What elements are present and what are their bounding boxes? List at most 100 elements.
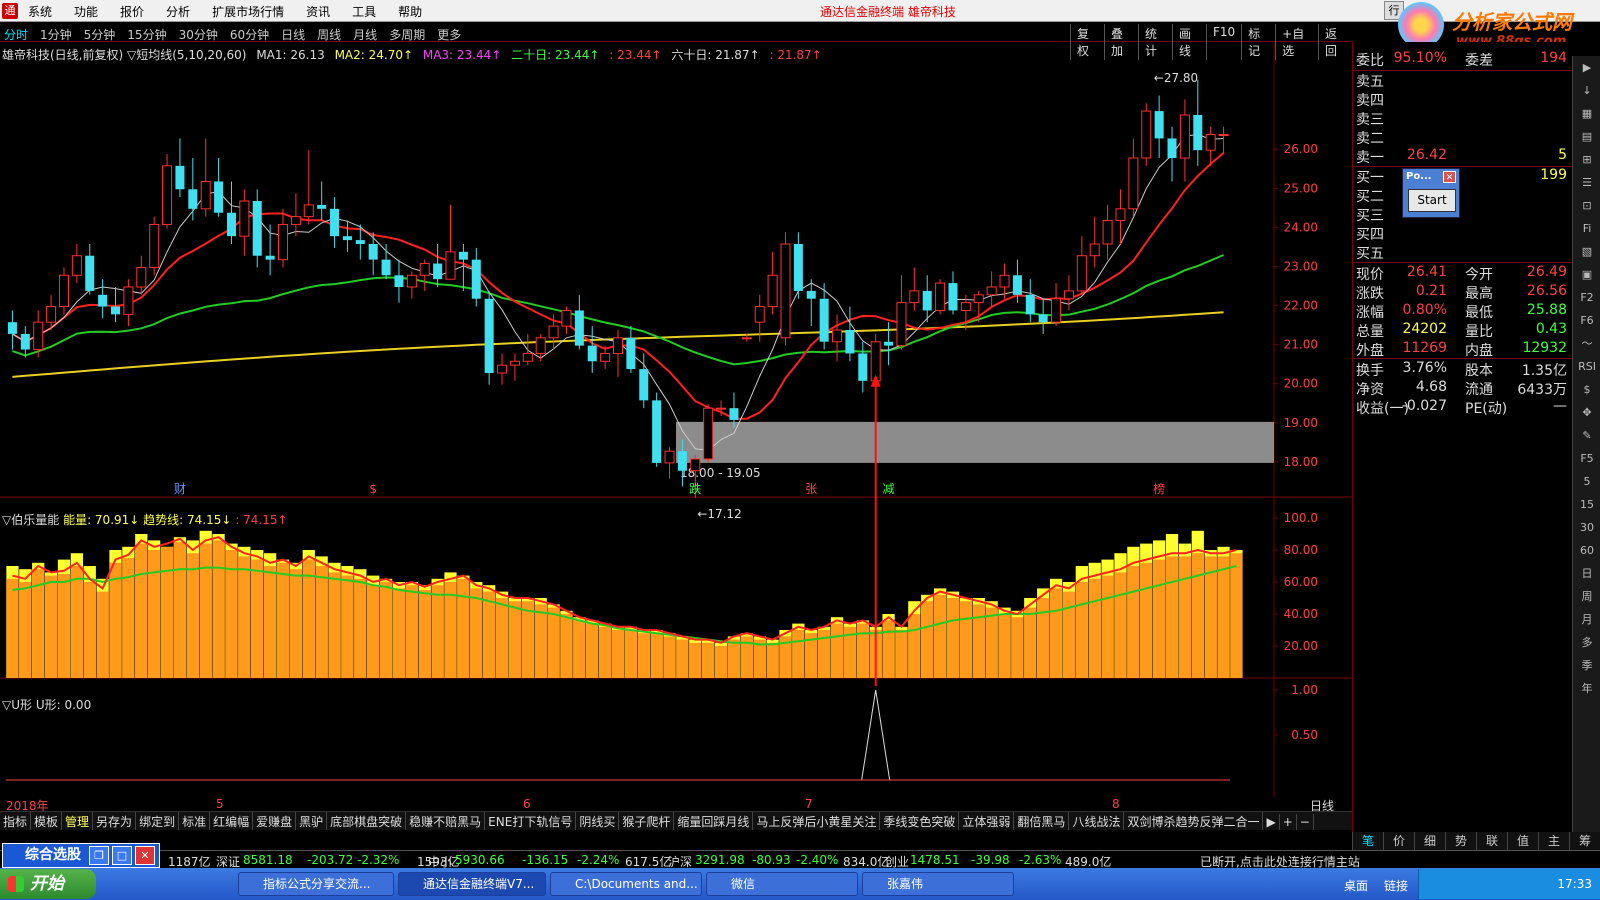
links-toolbar[interactable]: 链接 [1384,877,1408,894]
right-tool-25[interactable]: 多 [1573,631,1600,654]
right-tool-5[interactable]: ☰ [1573,171,1600,194]
tab-weekly[interactable]: 周线 [317,26,341,43]
tab-indicator-10[interactable]: 稳赚不赔黑马 [406,812,486,830]
add-indicator-button[interactable]: + [1280,814,1297,830]
chart-area[interactable]: 26.00 25.00 24.00 23.00 22.00 21.00 20.00 19.00… [0,42,1352,797]
tab-daily[interactable]: 日线 [281,26,305,43]
menu-item-tools[interactable]: 工具 [352,3,376,20]
right-tool-9[interactable]: ▣ [1573,263,1600,286]
menu-item-news[interactable]: 资讯 [306,3,330,20]
popup-close-icon[interactable]: ✕ [1443,171,1456,183]
menu-item-quote[interactable]: 报价 [120,3,144,20]
maximize-icon[interactable]: □ [112,846,132,865]
desktop-toolbar[interactable]: 桌面 [1344,877,1368,894]
energy-bar [1165,556,1179,678]
tab-indicator-8[interactable]: 黑驴 [296,812,328,830]
tab-indicator-16[interactable]: 季线变色突破 [880,812,960,830]
task-user[interactable]: 张嘉伟 [862,872,1014,896]
tab-indicator-20[interactable]: 双剑博杀趋势反弹二合一 [1124,812,1264,830]
tab-1min[interactable]: 1分钟 [40,26,72,43]
tab-indicator-6[interactable]: 红编幅 [210,812,254,830]
right-tool-15[interactable]: ✥ [1573,401,1600,424]
tab-bind-to[interactable]: 绑定到 [136,812,180,830]
date-axis: 2018年 5 6 7 8 日线 [0,797,1352,813]
tab-detail[interactable]: 细 [1414,832,1445,850]
tab-chips[interactable]: 筹 [1569,832,1600,850]
popup-window[interactable]: Po... ✕ Start [1402,168,1460,218]
tab-monthly[interactable]: 月线 [353,26,377,43]
tab-manage[interactable]: 管理 [62,812,94,830]
right-tool-24[interactable]: 月 [1573,608,1600,631]
right-tool-1[interactable]: ↓ [1573,79,1600,102]
right-tool-22[interactable]: 日 [1573,562,1600,585]
tab-60min[interactable]: 60分钟 [230,26,269,43]
task-forum[interactable]: 指标公式分享交流... [238,872,394,896]
right-tool-18[interactable]: 5 [1573,470,1600,493]
close-icon[interactable]: ✕ [135,846,155,865]
task-wechat[interactable]: 微信 [706,872,858,896]
right-tool-10[interactable]: F2 [1573,286,1600,309]
menu-item-system[interactable]: 系统 [28,3,52,20]
tab-indicator-13[interactable]: 猴子爬杆 [619,812,675,830]
tab-indicator[interactable]: 指标 [0,812,32,830]
right-tool-8[interactable]: ▧ [1573,240,1600,263]
tab-ticks[interactable]: 笔 [1352,832,1383,850]
right-tool-23[interactable]: 周 [1573,585,1600,608]
tab-template[interactable]: 模板 [31,812,63,830]
tab-30min[interactable]: 30分钟 [179,26,218,43]
menu-item-analysis[interactable]: 分析 [166,3,190,20]
menu-item-extended-market[interactable]: 扩展市场行情 [212,3,284,20]
remove-indicator-button[interactable]: − [1297,814,1314,830]
menu-item-help[interactable]: 帮助 [398,3,422,20]
right-tool-20[interactable]: 30 [1573,516,1600,539]
right-tool-13[interactable]: RSI [1573,355,1600,378]
right-tool-21[interactable]: 60 [1573,539,1600,562]
right-tool-14[interactable]: $ [1573,378,1600,401]
right-tool-12[interactable]: 〜 [1573,332,1600,355]
start-button[interactable]: Start [1408,189,1456,212]
tab-indicator-12[interactable]: 阴线买 [576,812,620,830]
tabs-scroll-right[interactable]: ▶ [1263,814,1280,830]
menu-item-function[interactable]: 功能 [74,3,98,20]
right-tool-3[interactable]: ▤ [1573,125,1600,148]
task-explorer[interactable]: C:\Documents and... [550,872,702,896]
tab-price[interactable]: 价 [1383,832,1414,850]
right-tool-2[interactable]: ▦ [1573,102,1600,125]
right-tool-17[interactable]: F5 [1573,447,1600,470]
quote-panel: 委比 95.10% 委差 194 卖五 卖四 卖三 卖二 卖一 26.42 5 … [1352,42,1573,832]
right-tool-19[interactable]: 15 [1573,493,1600,516]
tab-indicator-15[interactable]: 马上反弹后小黄星关注 [753,812,881,830]
task-tdx[interactable]: 通达信金融终端V7... [398,872,546,896]
tab-15min[interactable]: 15分钟 [127,26,166,43]
tab-indicator-19[interactable]: 八线战法 [1069,812,1125,830]
right-tool-0[interactable]: ▶ [1573,56,1600,79]
right-tool-16[interactable]: ✎ [1573,424,1600,447]
stock-selector-window[interactable]: 综合选股 ❐ □ ✕ [2,843,160,868]
tab-linked[interactable]: 联 [1476,832,1507,850]
index-ticker-bar[interactable]: 1187亿 深证 8581.18 -203.72 -2.32% 1593亿 中小 5930.6… [0,850,1600,868]
tab-5min[interactable]: 5分钟 [84,26,116,43]
tab-indicator-18[interactable]: 翻倍黑马 [1014,812,1070,830]
right-tool-27[interactable]: 年 [1573,677,1600,700]
stats-label2: 最低 [1465,305,1493,321]
tab-main[interactable]: 主 [1538,832,1569,850]
right-tool-7[interactable]: Fi [1573,217,1600,240]
tab-value[interactable]: 值 [1507,832,1538,850]
tab-save-as[interactable]: 另存为 [93,812,137,830]
restore-icon[interactable]: ❐ [89,846,109,865]
tab-indicator-17[interactable]: 立体强弱 [959,812,1015,830]
right-tool-4[interactable]: ⊞ [1573,148,1600,171]
tab-trend[interactable]: 势 [1445,832,1476,850]
start-button-taskbar[interactable]: 开始 [0,869,96,899]
tab-indicator-7[interactable]: 爱赚盘 [253,812,297,830]
tab-standard[interactable]: 标准 [179,812,211,830]
tab-indicator-9[interactable]: 底部棋盘突破 [327,812,407,830]
tab-indicator-11[interactable]: ENE打下轨信号 [485,812,577,830]
tab-more[interactable]: 更多 [437,26,461,43]
right-tool-11[interactable]: F6 [1573,309,1600,332]
tab-multi-period[interactable]: 多周期 [389,26,425,43]
tab-indicator-14[interactable]: 缩量回踩月线 [674,812,754,830]
right-tool-26[interactable]: 季 [1573,654,1600,677]
right-tool-6[interactable]: ⊡ [1573,194,1600,217]
tab-intraday[interactable]: 分时 [4,26,28,43]
